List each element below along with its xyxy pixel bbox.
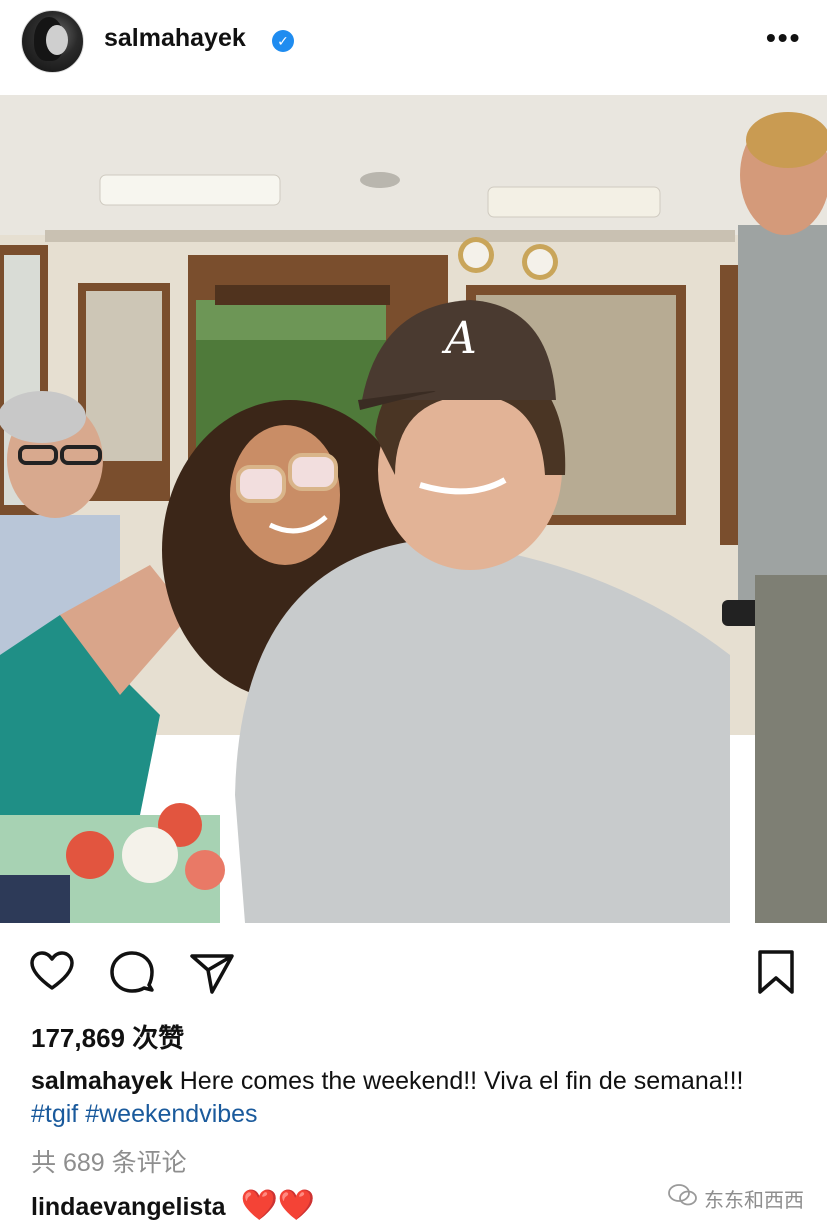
post-header: salmahayek ✓ •••: [0, 0, 827, 92]
caption-username[interactable]: salmahayek: [31, 1067, 173, 1095]
comment-username[interactable]: lindaevangelista: [31, 1193, 226, 1221]
post-photo[interactable]: A: [0, 95, 827, 923]
comment-bubble-icon[interactable]: [108, 948, 156, 996]
post-caption: salmahayek Here comes the weekend!! Viva…: [31, 1065, 791, 1131]
hashtag-link[interactable]: #weekendvibes: [85, 1100, 257, 1128]
avatar-face-shape: [46, 25, 68, 55]
hashtag-link[interactable]: #tgif: [31, 1100, 78, 1128]
watermark: 东东和西西: [668, 1183, 804, 1213]
bookmark-icon[interactable]: [752, 948, 800, 996]
paper-plane-icon[interactable]: [188, 948, 236, 996]
post-username[interactable]: salmahayek: [104, 24, 246, 53]
heart-icon[interactable]: [28, 948, 76, 996]
verified-badge-icon: ✓: [272, 30, 294, 52]
svg-text:A: A: [441, 313, 477, 364]
caption-text: Here comes the weekend!! Viva el fin de …: [179, 1067, 744, 1095]
wechat-logo-icon: [668, 1183, 698, 1213]
comment-text: ❤️❤️: [240, 1189, 316, 1222]
more-options-icon[interactable]: •••: [766, 22, 801, 54]
profile-avatar[interactable]: [21, 10, 84, 73]
view-comments-link[interactable]: 共 689 条评论: [31, 1143, 187, 1179]
watermark-text: 东东和西西: [704, 1189, 804, 1212]
likes-count[interactable]: 177,869 次赞: [31, 1018, 184, 1055]
comment-item: lindaevangelista ❤️❤️: [31, 1188, 315, 1223]
post-action-bar: [0, 940, 827, 1000]
